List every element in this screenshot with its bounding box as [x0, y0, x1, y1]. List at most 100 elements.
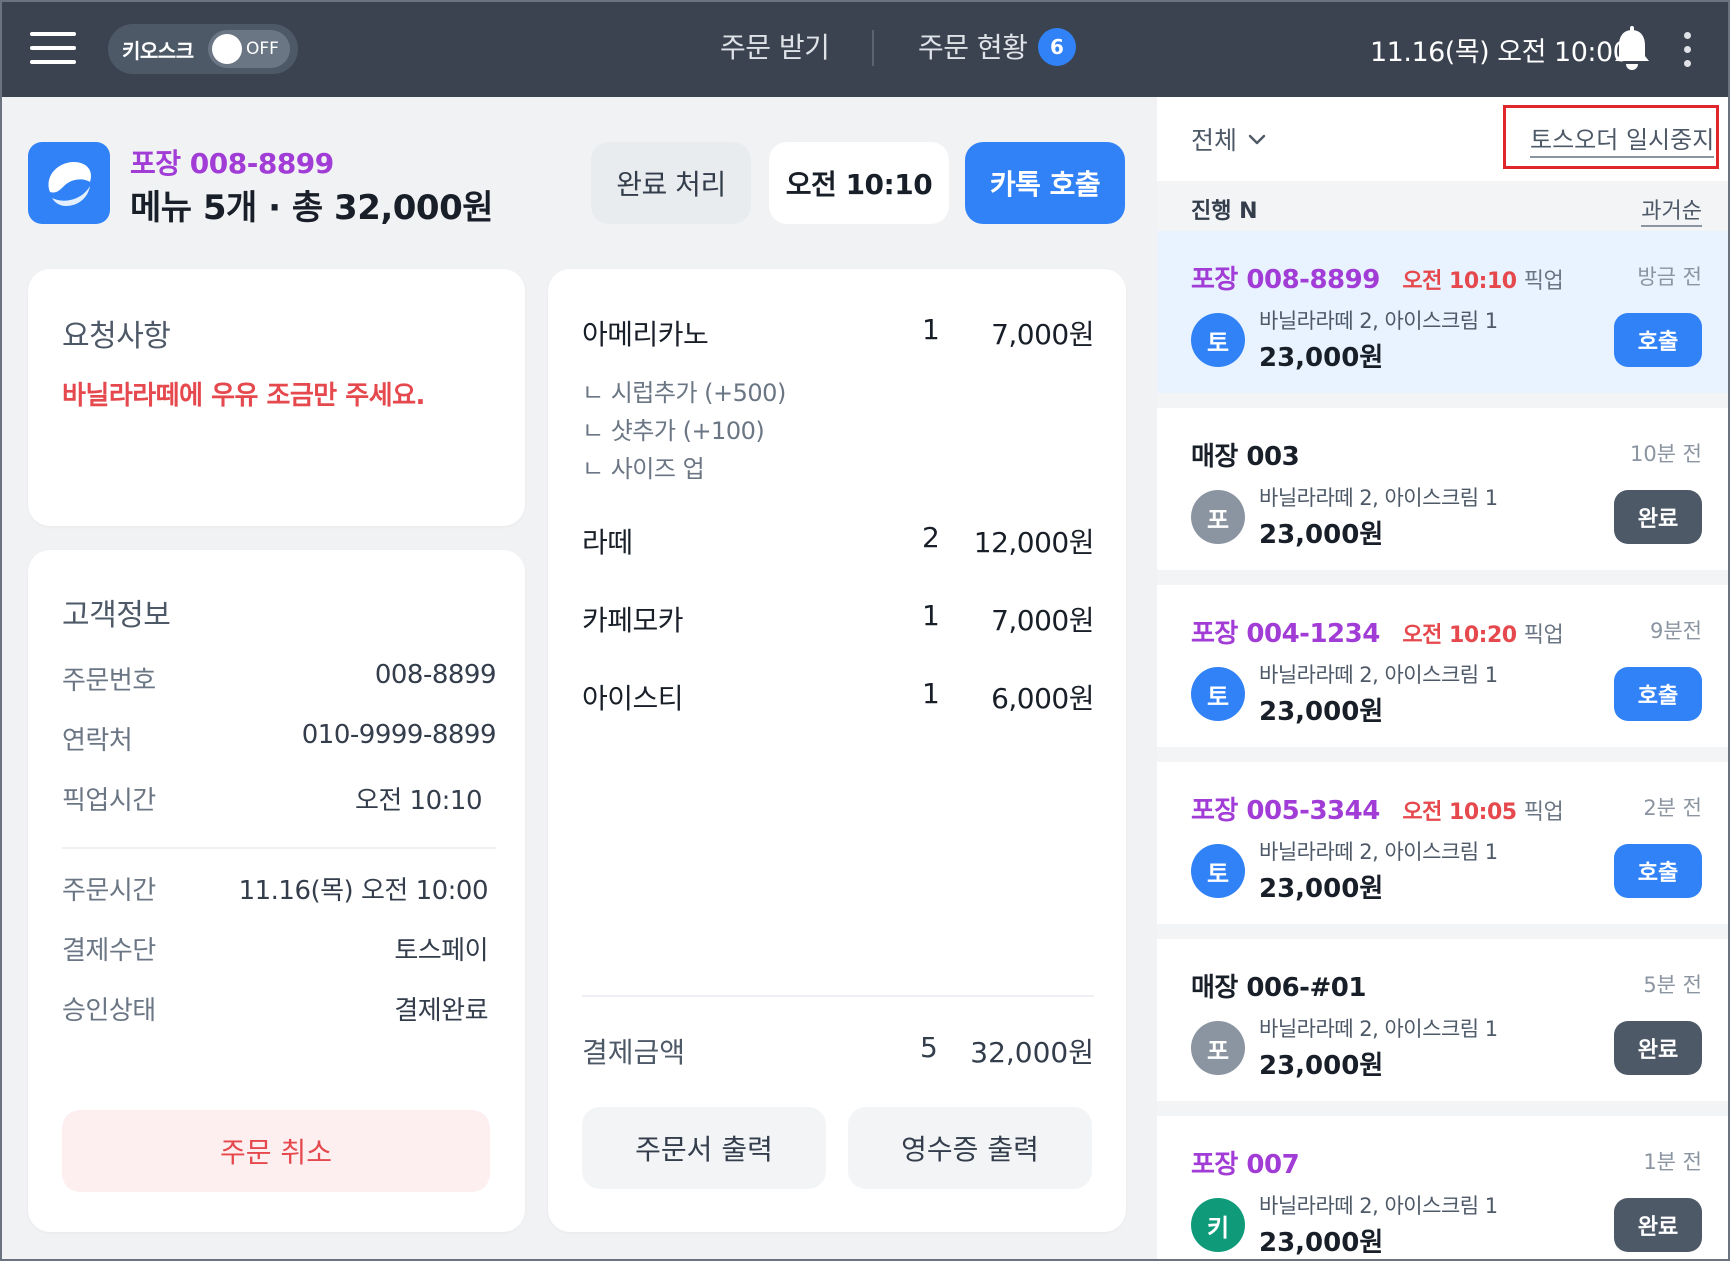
- menu-item: 아메리카노 1 7,000원: [582, 313, 1094, 353]
- divider: [582, 995, 1094, 997]
- pickup-time: 오전 10:20 픽업: [1402, 623, 1563, 648]
- item-name: 라떼: [582, 526, 633, 559]
- info-row: 주문번호 008-8899: [62, 660, 497, 700]
- order-list-item[interactable]: 포장 007 1분 전 키 바닐라라떼 2, 아이스크림 1 23,000원 완…: [1157, 1116, 1728, 1259]
- tab-order-status[interactable]: 주문 현황: [918, 26, 1028, 66]
- avatar: 포: [1191, 490, 1245, 544]
- cancel-order-button[interactable]: 주문 취소: [62, 1110, 490, 1192]
- menu-card: 아메리카노 1 7,000원 ㄴ 시럽추가 (+500) ㄴ 샷추가 (+100…: [548, 269, 1126, 1232]
- order-summary: 메뉴 5개 · 총 32,000원: [130, 188, 494, 228]
- item-price: 12,000원: [973, 526, 1095, 559]
- item-qty: 2: [922, 521, 940, 554]
- pickup-time: 오전 10:10 픽업: [1402, 269, 1563, 294]
- item-qty: 1: [922, 599, 940, 632]
- info-value: 010-9999-8899: [301, 720, 497, 750]
- order-type: 포장: [1191, 265, 1238, 295]
- order-list-item[interactable]: 매장 006-#01 5분 전 포 바닐라라떼 2, 아이스크림 1 23,00…: [1157, 939, 1728, 1101]
- pickup-label: 픽업: [1523, 269, 1564, 294]
- avatar: 토: [1191, 844, 1245, 898]
- order-list-item[interactable]: 매장 003 10분 전 포 바닐라라떼 2, 아이스크림 1 23,000원 …: [1157, 408, 1728, 570]
- kiosk-toggle[interactable]: 키오스크 OFF: [108, 24, 298, 74]
- info-value: 008-8899: [374, 660, 497, 690]
- info-row: 승인상태 결제완료: [62, 990, 488, 1030]
- order-list-panel: 전체 토스오더 일시중지 진행 N 과거순 포장 008-8899 오전 10:…: [1157, 97, 1728, 1259]
- info-value: 결제완료: [394, 996, 488, 1026]
- order-title: 포장 007: [1191, 1144, 1300, 1181]
- call-button[interactable]: 호출: [1614, 313, 1702, 367]
- order-elapsed: 10분 전: [1629, 442, 1702, 466]
- info-value: 오전 10:10: [354, 786, 483, 816]
- clock: 11.16(목) 오전 10:00: [1370, 37, 1630, 68]
- print-order-button[interactable]: 주문서 출력: [582, 1107, 826, 1189]
- kiosk-label: 키오스크: [122, 38, 194, 63]
- pickup-time-button[interactable]: 오전 10:10: [769, 142, 949, 224]
- order-price: 23,000원: [1259, 343, 1384, 373]
- avatar: 포: [1191, 1021, 1245, 1075]
- pause-toss-order-link[interactable]: 토스오더 일시중지: [1530, 120, 1715, 158]
- customer-title: 고객정보: [62, 598, 171, 633]
- filter-label: 전체: [1191, 126, 1238, 155]
- complete-order-button[interactable]: 완료: [1614, 490, 1702, 544]
- pickup-time: 오전 10:05 픽업: [1402, 800, 1563, 825]
- order-price: 23,000원: [1259, 1051, 1384, 1081]
- order-elapsed: 방금 전: [1637, 265, 1702, 289]
- avatar: 토: [1191, 313, 1245, 367]
- complete-order-button[interactable]: 완료: [1614, 1198, 1702, 1252]
- item-name: 카페모카: [582, 604, 684, 637]
- customer-info-card: 고객정보 주문번호 008-8899 연락처 010-9999-8899 픽업시…: [28, 550, 525, 1232]
- order-price: 23,000원: [1259, 520, 1384, 550]
- sort-past-link[interactable]: 과거순: [1641, 193, 1702, 227]
- request-text: 바닐라라떼에 우유 조금만 주세요.: [62, 381, 425, 411]
- bell-icon[interactable]: [1612, 26, 1652, 72]
- order-list-item[interactable]: 포장 005-3344 오전 10:05 픽업 2분 전 토 바닐라라떼 2, …: [1157, 762, 1728, 924]
- item-option: ㄴ 사이즈 업: [582, 455, 705, 483]
- order-list-item[interactable]: 포장 004-1234 오전 10:20 픽업 9분전 토 바닐라라떼 2, 아…: [1157, 585, 1728, 747]
- order-items: 바닐라라떼 2, 아이스크림 1: [1259, 486, 1498, 510]
- order-status-badge: 6: [1038, 28, 1076, 66]
- pickup-time-value: 오전 10:10: [1402, 269, 1517, 294]
- pause-highlight: 토스오더 일시중지: [1503, 105, 1719, 169]
- print-receipt-button[interactable]: 영수증 출력: [848, 1107, 1092, 1189]
- kakao-call-button[interactable]: 카톡 호출: [965, 142, 1125, 224]
- order-price: 23,000원: [1259, 1228, 1384, 1258]
- complete-button[interactable]: 완료 처리: [591, 142, 751, 224]
- call-button[interactable]: 호출: [1614, 667, 1702, 721]
- tab-divider: [872, 30, 874, 66]
- order-type: 매장: [1191, 973, 1238, 1003]
- info-value: 토스페이: [394, 936, 488, 966]
- item-price: 6,000원: [991, 682, 1094, 715]
- info-label: 승인상태: [62, 996, 156, 1026]
- pickup-time-value: 오전 10:20: [1402, 623, 1517, 648]
- info-label: 결제수단: [62, 936, 156, 966]
- menu-icon[interactable]: [30, 32, 78, 64]
- total-label: 결제금액: [582, 1036, 686, 1069]
- order-list-item[interactable]: 포장 008-8899 오전 10:10 픽업 방금 전 토 바닐라라떼 2, …: [1157, 231, 1728, 393]
- kiosk-switch[interactable]: OFF: [208, 30, 290, 68]
- item-name: 아이스티: [582, 682, 684, 715]
- item-price: 7,000원: [991, 318, 1094, 351]
- pickup-time-value: 오전 10:05: [1402, 800, 1517, 825]
- complete-order-button[interactable]: 완료: [1614, 1021, 1702, 1075]
- order-title: 포장 005-3344 오전 10:05 픽업: [1191, 790, 1564, 827]
- request-title: 요청사항: [62, 319, 171, 354]
- info-label: 주문시간: [62, 876, 156, 906]
- order-elapsed: 1분 전: [1643, 1150, 1702, 1174]
- order-number: 006-#01: [1246, 973, 1366, 1003]
- top-bar: 키오스크 OFF 주문 받기 주문 현황 6 11.16(목) 오전 10:00: [2, 2, 1728, 97]
- order-type: 포장: [1191, 1150, 1238, 1180]
- toggle-state: OFF: [246, 39, 279, 59]
- call-button[interactable]: 호출: [1614, 844, 1702, 898]
- pickup-label: 픽업: [1523, 623, 1564, 648]
- tab-receive-orders[interactable]: 주문 받기: [720, 26, 830, 66]
- info-row: 픽업시간 오전 10:10: [62, 780, 483, 820]
- order-title: 매장 003: [1191, 436, 1300, 473]
- order-type: 포장: [1191, 619, 1238, 649]
- order-code: 포장 008-8899: [130, 147, 334, 180]
- filter-dropdown[interactable]: 전체: [1191, 121, 1267, 157]
- info-label: 주문번호: [62, 666, 156, 696]
- panel-header: 전체 토스오더 일시중지: [1157, 97, 1728, 181]
- order-number: 003: [1246, 442, 1300, 472]
- toggle-knob: [212, 34, 242, 64]
- more-vertical-icon[interactable]: [1682, 30, 1694, 70]
- item-qty: 1: [922, 313, 940, 346]
